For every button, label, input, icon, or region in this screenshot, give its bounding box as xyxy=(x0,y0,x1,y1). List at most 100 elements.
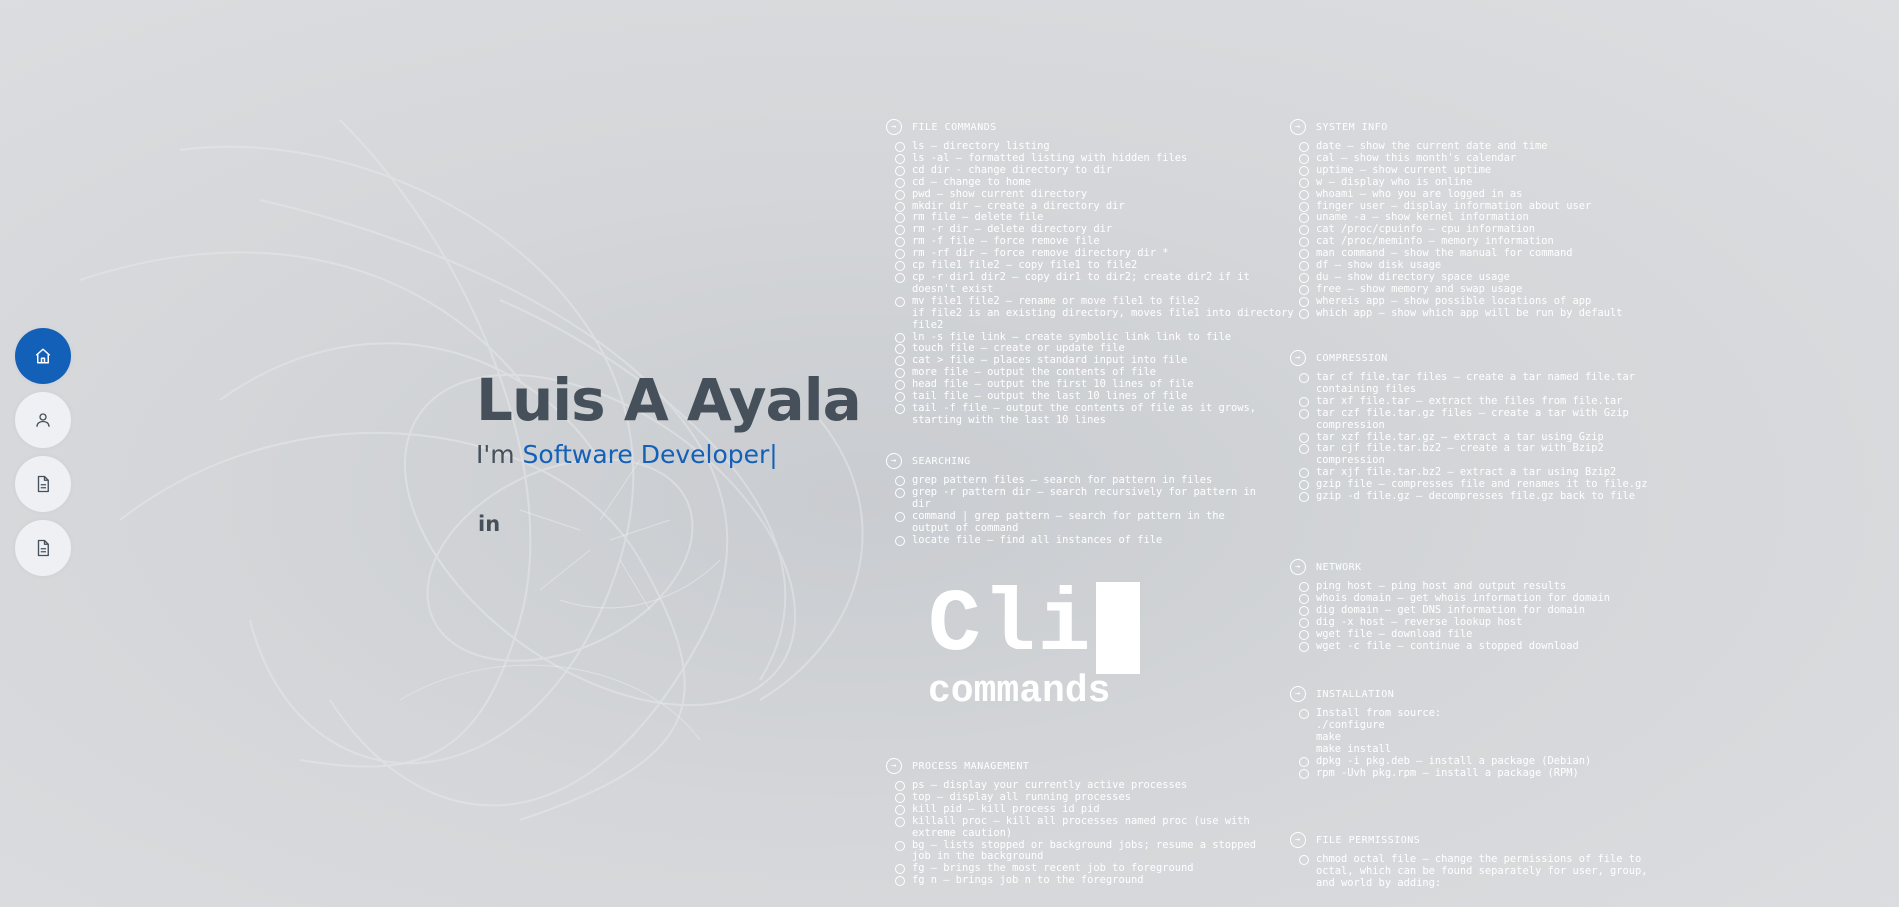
command-text: tail file – output the last 10 lines of … xyxy=(912,390,1188,403)
command-text: free – show memory and swap usage xyxy=(1316,282,1523,295)
command-text: uname -a – show kernel information xyxy=(1316,211,1529,224)
command-item: tail -f file – output the contents of fi… xyxy=(884,402,1298,427)
bullet-circle-icon xyxy=(1299,153,1309,164)
home-icon xyxy=(35,348,51,364)
command-text: grep -r pattern dir – search recursively… xyxy=(912,485,1263,510)
command-text: whois domain – get whois information for… xyxy=(1316,591,1611,604)
section-title: SYSTEM INFO xyxy=(1316,121,1388,133)
command-item: grep -r pattern dir – search recursively… xyxy=(884,485,1264,511)
cheatsheet-section: → FILE PERMISSIONS chmod octal file – chan… xyxy=(1288,831,1668,890)
section-list: chmod octal file – change the permission… xyxy=(1288,853,1668,890)
bullet-circle-icon xyxy=(1299,605,1309,616)
command-text: ls – directory listing xyxy=(912,140,1050,152)
command-text: kill pid – kill process id pid xyxy=(912,802,1100,815)
command-text: ls -al – formatted listing with hidden f… xyxy=(912,151,1188,164)
command-item: tar czf file.tar.gz files – create a tar… xyxy=(1288,406,1668,432)
bullet-circle-icon xyxy=(895,201,905,212)
command-item: tar cf file.tar files – create a tar nam… xyxy=(1288,371,1668,396)
hero: Luis A Ayala I'm Software Developer| xyxy=(476,360,862,469)
user-icon xyxy=(36,413,50,427)
command-item: bg – lists stopped or background jobs; r… xyxy=(884,839,1264,864)
command-text: rm -f file – force remove file xyxy=(912,235,1100,248)
command-text: mkdir dir – create a directory dir xyxy=(912,199,1125,212)
arrow-right-circle-icon: → xyxy=(886,119,902,135)
section-title: PROCESS MANAGEMENT xyxy=(912,760,1030,772)
bullet-circle-icon xyxy=(895,213,905,224)
cli-logo-title: Cli xyxy=(928,577,1093,676)
section-title: FILE COMMANDS xyxy=(912,121,997,133)
nav-home-button[interactable] xyxy=(15,328,71,384)
bullet-circle-icon xyxy=(1299,408,1309,419)
linkedin-icon[interactable]: in xyxy=(478,512,500,536)
bullet-circle-icon xyxy=(1299,855,1309,865)
section-list: tar cf file.tar files – create a tar nam… xyxy=(1288,371,1668,503)
command-text: which app – show which app will be run b… xyxy=(1316,306,1623,319)
section-heading: → FILE COMMANDS xyxy=(884,118,1298,136)
bullet-circle-icon xyxy=(1299,177,1309,188)
command-item: chmod octal file – change the permission… xyxy=(1288,853,1668,890)
hero-subtitle: I'm Software Developer| xyxy=(476,440,861,469)
nav-about-button[interactable] xyxy=(15,392,71,448)
bullet-circle-icon xyxy=(1299,756,1309,767)
hero-name: Luis A Ayala xyxy=(476,366,862,434)
command-text: cd – change to home xyxy=(912,175,1031,188)
command-item: which app – show which app will be run b… xyxy=(1288,306,1668,320)
command-text: more file – output the contents of file xyxy=(912,366,1156,379)
cheatsheet-section: → INSTALLATION Install from source: ./conf… xyxy=(1288,685,1668,779)
command-text: top – display all running processes xyxy=(912,790,1131,803)
bullet-circle-icon xyxy=(895,840,905,851)
bullet-circle-icon xyxy=(895,368,905,379)
bullet-circle-icon xyxy=(895,816,905,827)
bullet-circle-icon xyxy=(1299,629,1309,640)
bullet-circle-icon xyxy=(1299,444,1309,455)
command-text: tar cjf file.tar.bz2 – create a tar with… xyxy=(1316,442,1611,467)
bullet-circle-icon xyxy=(895,380,905,391)
command-text: whereis app – show possible locations of… xyxy=(1316,294,1592,307)
command-text: uptime – show current uptime xyxy=(1316,163,1492,176)
command-text: date – show the current date and time xyxy=(1316,140,1548,152)
section-list: ping host – ping host and output results… xyxy=(1288,580,1668,653)
bullet-circle-icon xyxy=(1299,296,1309,307)
bullet-circle-icon xyxy=(1299,593,1309,604)
command-text: gzip -d file.gz – decompresses file.gz b… xyxy=(1316,490,1636,503)
command-text: tar czf file.tar.gz files – create a tar… xyxy=(1316,406,1636,431)
command-text: cp file1 file2 – copy file1 to file2 xyxy=(912,259,1138,272)
bullet-circle-icon xyxy=(895,535,905,546)
command-text: ln -s file link – create symbolic link l… xyxy=(912,330,1232,343)
command-item: gzip -d file.gz – decompresses file.gz b… xyxy=(1288,490,1668,503)
command-text: gzip file – compresses file and renames … xyxy=(1316,478,1648,491)
command-text: mv file1 file2 – rename or move file1 to… xyxy=(912,294,1294,331)
bullet-circle-icon xyxy=(895,165,905,176)
arrow-right-circle-icon: → xyxy=(886,453,902,469)
command-text: dig domain – get DNS information for dom… xyxy=(1316,603,1585,616)
bullet-circle-icon xyxy=(1299,617,1309,628)
command-item: wget -c file – continue a stopped downlo… xyxy=(1288,640,1668,653)
section-list: ls – directory listing ls -al – formatted… xyxy=(884,140,1298,427)
command-text: rpm -Uvh pkg.rpm – install a package (RP… xyxy=(1316,766,1579,779)
hero-role: Software Developer xyxy=(522,440,770,469)
bullet-circle-icon xyxy=(1299,768,1309,779)
bullet-circle-icon xyxy=(895,403,905,414)
command-text: finger user – display information about … xyxy=(1316,199,1592,212)
command-text: dig -x host – reverse lookup host xyxy=(1316,615,1523,628)
section-title: FILE PERMISSIONS xyxy=(1316,834,1421,846)
command-text: rm file – delete file xyxy=(912,211,1044,224)
nav-resume-button[interactable] xyxy=(15,456,71,512)
bullet-circle-icon xyxy=(895,261,905,272)
command-text: touch file – create or update file xyxy=(912,342,1125,355)
command-text: fg – brings the most recent job to foreg… xyxy=(912,862,1194,875)
side-nav xyxy=(15,328,71,584)
command-text: fg n – brings job n to the foreground xyxy=(912,874,1144,887)
bullet-circle-icon xyxy=(895,876,905,887)
command-text: pwd – show current directory xyxy=(912,187,1088,200)
command-text: head file – output the first 10 lines of… xyxy=(912,378,1194,391)
cheatsheet-section: → COMPRESSION tar cf file.tar files – crea… xyxy=(1288,349,1668,503)
command-item: killall proc – kill all processes named … xyxy=(884,815,1264,840)
bullet-circle-icon xyxy=(895,804,905,815)
bullet-circle-icon xyxy=(1299,468,1309,479)
nav-documents-button[interactable] xyxy=(15,520,71,576)
section-heading: → NETWORK xyxy=(1288,558,1668,576)
section-heading: → FILE PERMISSIONS xyxy=(1288,831,1668,849)
command-text: cd dir - change directory to dir xyxy=(912,163,1113,176)
bullet-circle-icon xyxy=(1299,582,1309,592)
